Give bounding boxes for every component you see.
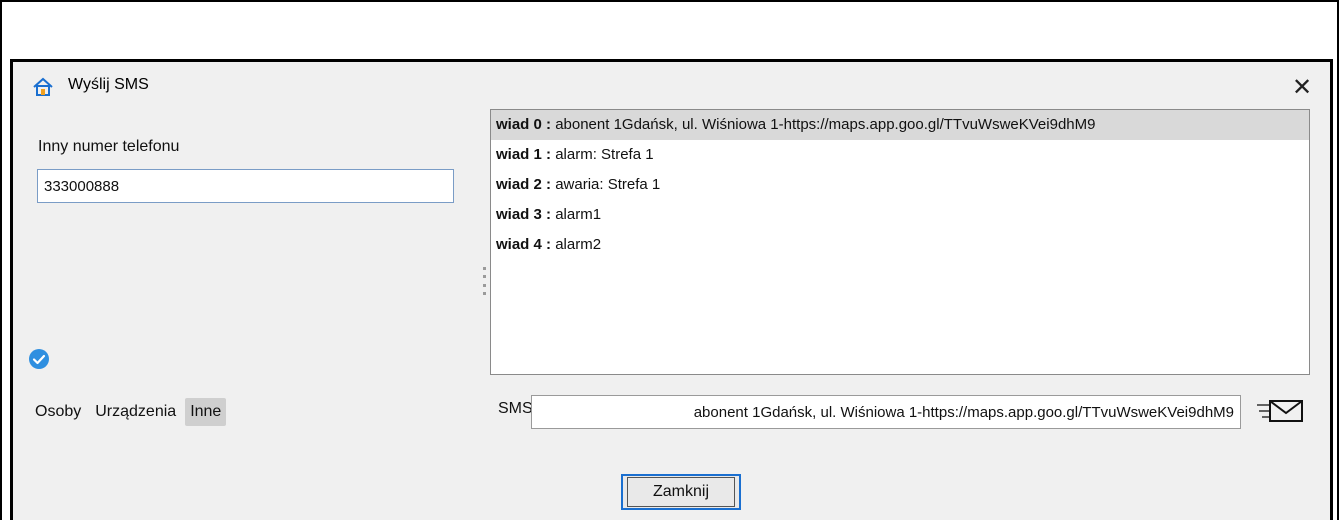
panel-splitter[interactable]	[483, 267, 487, 295]
list-item[interactable]: wiad 3 : alarm1	[491, 200, 1309, 230]
message-key: wiad 0 :	[496, 116, 552, 133]
sms-label: SMS	[498, 400, 533, 417]
tab-osoby[interactable]: Osoby	[30, 398, 86, 426]
send-sms-dialog: Wyślij SMS ✕ Inny numer telefonu Osoby U…	[10, 59, 1333, 520]
send-envelope-icon[interactable]	[1255, 395, 1307, 427]
close-icon[interactable]: ✕	[1284, 70, 1320, 104]
message-text: awaria: Strefa 1	[555, 176, 661, 193]
home-signal-icon	[33, 77, 53, 96]
message-key: wiad 3 :	[496, 206, 552, 223]
check-circle-icon[interactable]	[28, 348, 50, 370]
close-button[interactable]: Zamknij	[621, 474, 741, 510]
phone-number-input[interactable]	[37, 169, 454, 203]
list-item[interactable]: wiad 0 : abonent 1Gdańsk, ul. Wiśniowa 1…	[491, 110, 1309, 140]
message-text: alarm1	[555, 206, 602, 223]
list-item[interactable]: wiad 2 : awaria: Strefa 1	[491, 170, 1309, 200]
message-key: wiad 1 :	[496, 146, 552, 163]
list-item[interactable]: wiad 4 : alarm2	[491, 230, 1309, 260]
tab-inne[interactable]: Inne	[185, 398, 227, 426]
sms-text-input[interactable]	[531, 395, 1241, 429]
tab-urzadzenia[interactable]: Urządzenia	[90, 398, 181, 426]
window-title: Wyślij SMS	[68, 76, 149, 93]
message-text: abonent 1Gdańsk, ul. Wiśniowa 1-https://…	[555, 116, 1096, 133]
recipient-tabs: Osoby Urządzenia Inne	[30, 398, 227, 426]
title-bar: Wyślij SMS ✕	[13, 62, 1330, 112]
message-list: wiad 0 : abonent 1Gdańsk, ul. Wiśniowa 1…	[490, 109, 1310, 375]
close-button-label: Zamknij	[627, 477, 736, 507]
phone-number-label: Inny numer telefonu	[38, 138, 180, 155]
message-text: alarm2	[555, 236, 602, 253]
list-item[interactable]: wiad 1 : alarm: Strefa 1	[491, 140, 1309, 170]
message-text: alarm: Strefa 1	[555, 146, 654, 163]
message-key: wiad 4 :	[496, 236, 552, 253]
message-key: wiad 2 :	[496, 176, 552, 193]
